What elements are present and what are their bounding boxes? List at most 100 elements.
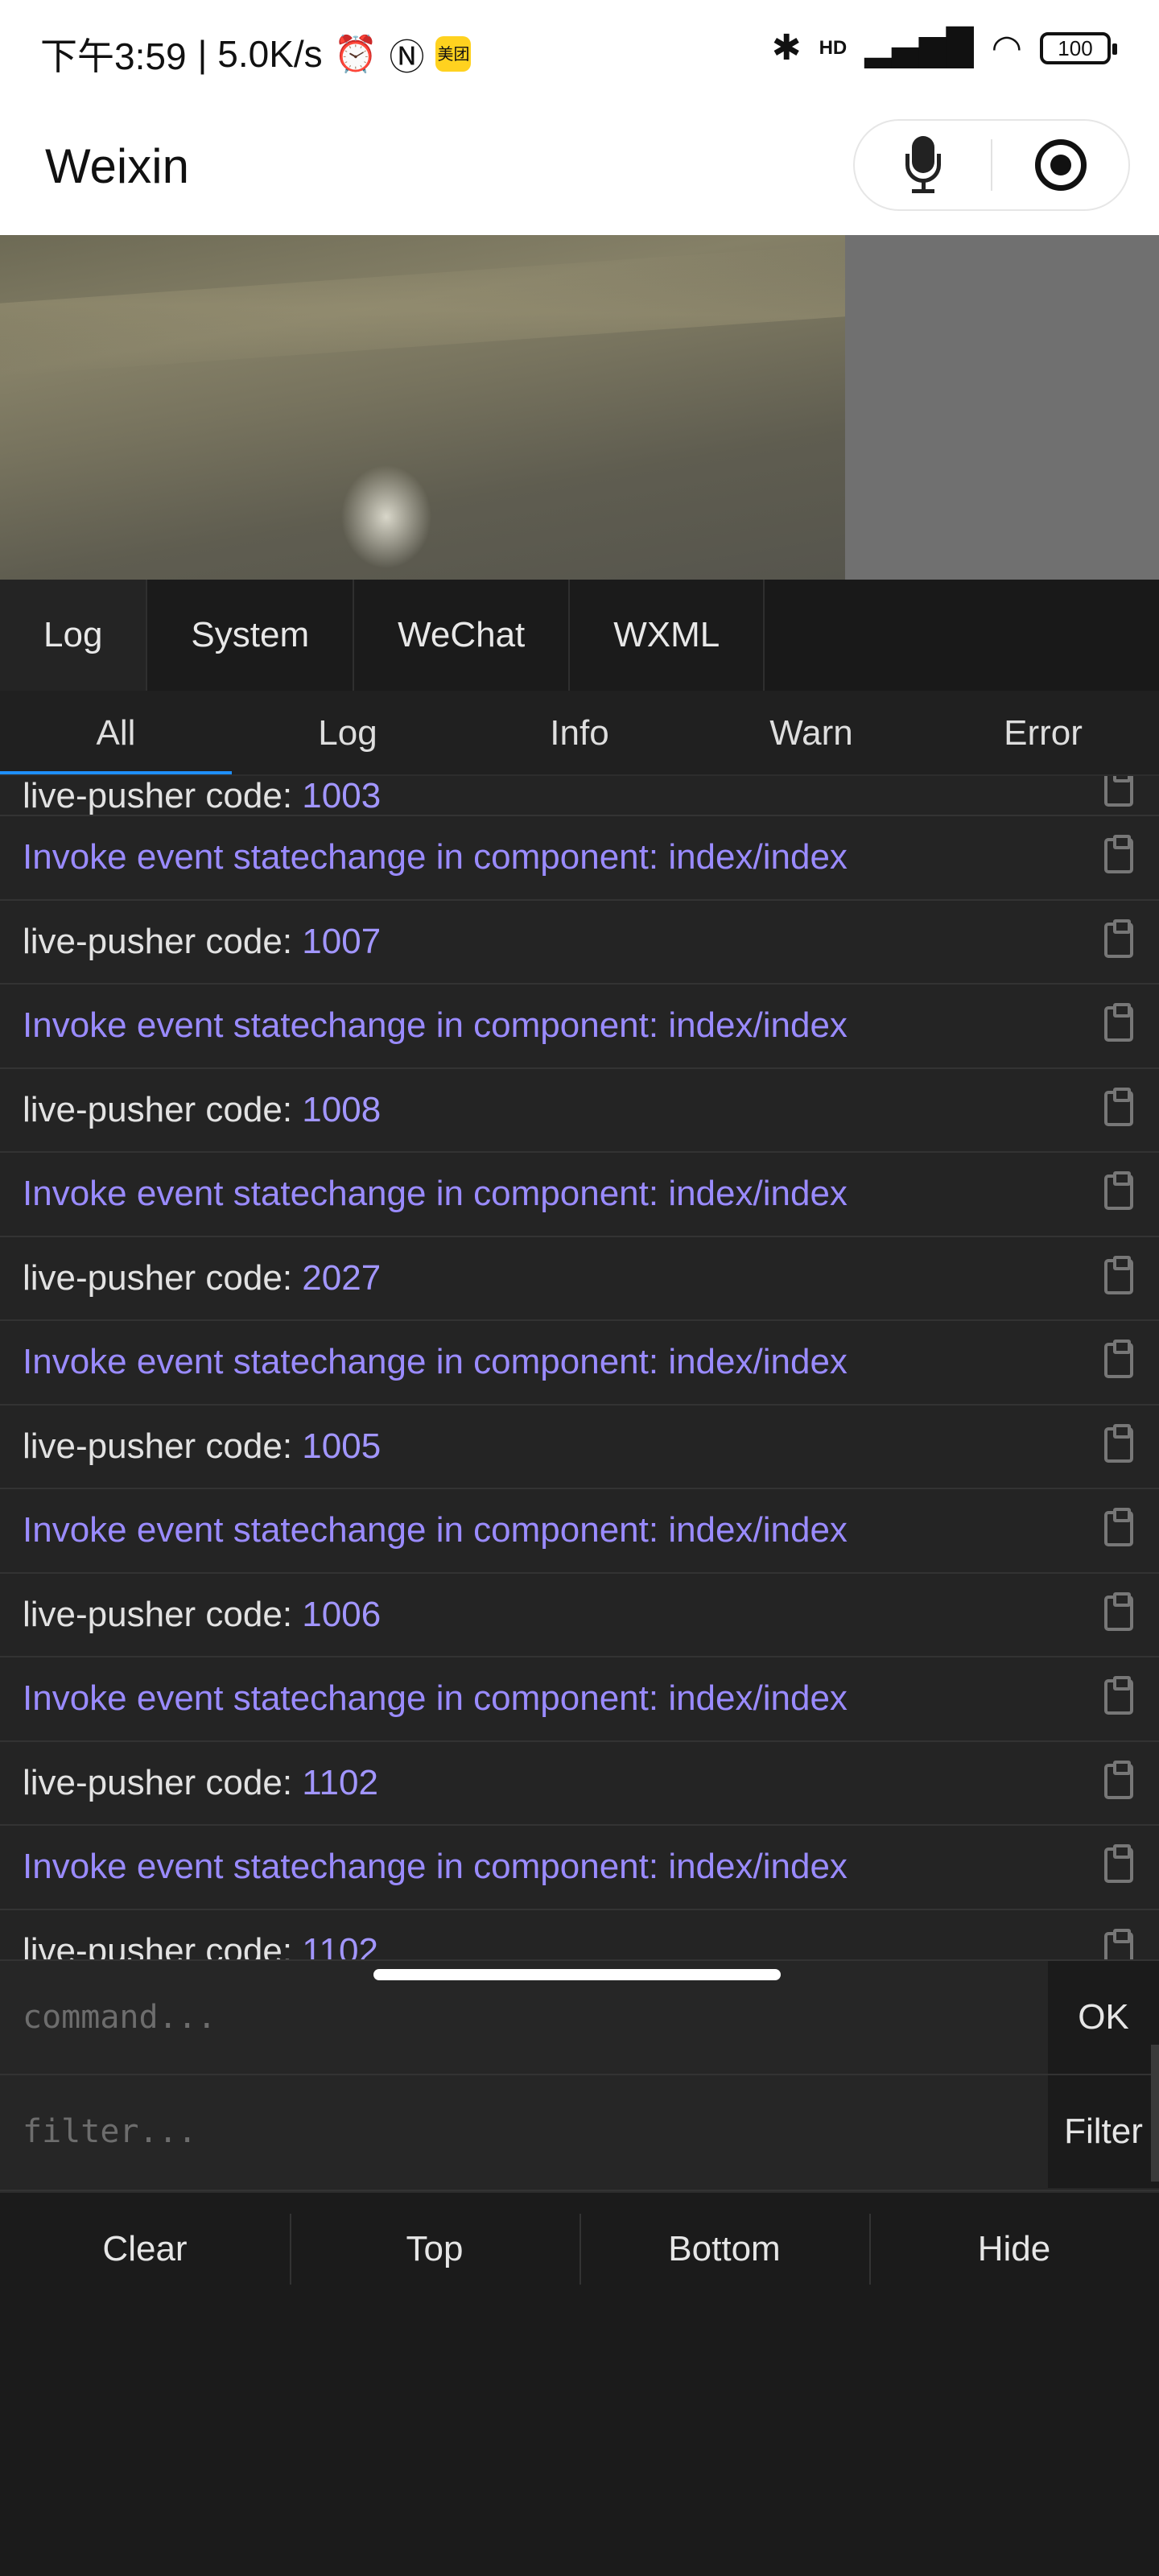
voice-button[interactable] (855, 121, 991, 209)
log-code-value: 1005 (302, 1426, 382, 1466)
copy-clipboard-icon[interactable] (1104, 1087, 1133, 1126)
preview-gray-area (845, 235, 1159, 580)
log-row: live-pusher code: 1003 (0, 776, 1159, 816)
log-prefix: live-pusher code: (23, 1089, 303, 1129)
log-row: live-pusher code: 1102 (0, 1910, 1159, 1959)
log-row: Invoke event statechange in component: i… (0, 985, 1159, 1069)
log-row: live-pusher code: 1006 (0, 1574, 1159, 1657)
log-row: Invoke event statechange in component: i… (0, 1826, 1159, 1910)
log-level-tabs: All Log Info Warn Error (0, 691, 1159, 776)
copy-clipboard-icon[interactable] (1104, 1591, 1133, 1631)
log-row: live-pusher code: 2027 (0, 1237, 1159, 1321)
log-prefix: live-pusher code: (23, 1762, 303, 1802)
log-prefix: live-pusher code: (23, 1426, 303, 1466)
log-message: live-pusher code: 1102 (23, 1763, 378, 1803)
log-message: Invoke event statechange in component: i… (23, 1342, 848, 1382)
log-message: Invoke event statechange in component: i… (23, 1847, 848, 1887)
log-message: Invoke event statechange in component: i… (23, 837, 848, 877)
copy-clipboard-icon[interactable] (1104, 919, 1133, 958)
log-message: live-pusher code: 1102 (23, 1931, 378, 1959)
filter-tab-warn[interactable]: Warn (695, 691, 927, 774)
log-message: Invoke event statechange in component: i… (23, 1005, 848, 1046)
home-indicator[interactable] (373, 1969, 781, 1980)
log-prefix: live-pusher code: (23, 921, 303, 961)
log-row: Invoke event statechange in component: i… (0, 1321, 1159, 1406)
log-row: Invoke event statechange in component: i… (0, 1657, 1159, 1742)
log-code-value: 1008 (302, 1089, 382, 1129)
log-list[interactable]: live-pusher code: 1003 Invoke event state… (0, 776, 1159, 1959)
filter-button[interactable]: Filter (1048, 2075, 1159, 2188)
alarm-icon: ⏰ (333, 34, 378, 75)
log-message: live-pusher code: 1007 (23, 922, 381, 962)
tab-log[interactable]: Log (0, 580, 148, 691)
copy-clipboard-icon[interactable] (1104, 1171, 1133, 1211)
tab-wxml[interactable]: WXML (570, 580, 765, 691)
log-row: Invoke event statechange in component: i… (0, 1153, 1159, 1237)
log-code-value: 1003 (302, 776, 382, 815)
log-code-value: 2027 (302, 1257, 382, 1298)
copy-clipboard-icon[interactable] (1104, 1003, 1133, 1042)
wifi-icon: ◠ (991, 27, 1022, 68)
gesture-area (0, 2304, 1159, 2576)
top-button[interactable]: Top (290, 2193, 580, 2304)
status-left: 下午3:59 | 5.0K/s ⏰ Ⓝ 美团 (40, 27, 472, 80)
page-title: Weixin (45, 139, 189, 193)
meituan-app-icon: 美团 (435, 36, 472, 72)
copy-clipboard-icon[interactable] (1104, 1844, 1133, 1884)
log-prefix: live-pusher code: (23, 1930, 303, 1959)
live-pusher-preview (0, 235, 1159, 580)
tab-wechat[interactable]: WeChat (354, 580, 571, 691)
log-row: live-pusher code: 1005 (0, 1406, 1159, 1489)
log-message: Invoke event statechange in component: i… (23, 1678, 848, 1719)
copy-clipboard-icon[interactable] (1104, 1928, 1133, 1959)
copy-clipboard-icon[interactable] (1104, 776, 1133, 807)
network-speed: | 5.0K/s (197, 33, 323, 75)
close-mini-program-button[interactable] (992, 121, 1128, 209)
battery-level: 100 (1058, 35, 1093, 60)
log-message: Invoke event statechange in component: i… (23, 1174, 848, 1214)
log-message: Invoke event statechange in component: i… (23, 1510, 848, 1550)
log-prefix: live-pusher code: (23, 1594, 303, 1634)
copy-clipboard-icon[interactable] (1104, 1255, 1133, 1294)
copy-clipboard-icon[interactable] (1104, 1508, 1133, 1547)
log-message: live-pusher code: 1008 (23, 1090, 381, 1130)
filter-input[interactable] (0, 2075, 1048, 2188)
log-prefix: live-pusher code: (23, 776, 303, 815)
tab-system[interactable]: System (147, 580, 355, 691)
filter-tab-info[interactable]: Info (464, 691, 695, 774)
log-code-value: 1102 (302, 1930, 378, 1959)
status-time: 下午3:59 (40, 35, 187, 77)
filter-tab-log[interactable]: Log (232, 691, 464, 774)
log-message: live-pusher code: 1003 (23, 776, 381, 816)
copy-clipboard-icon[interactable] (1104, 1423, 1133, 1463)
bottom-button[interactable]: Bottom (580, 2193, 869, 2304)
hide-button[interactable]: Hide (869, 2193, 1159, 2304)
status-bar: 下午3:59 | 5.0K/s ⏰ Ⓝ 美团 ✱ HD ▂▄▆█ ◠ 100 (0, 0, 1159, 100)
log-row: live-pusher code: 1008 (0, 1069, 1159, 1153)
copy-clipboard-icon[interactable] (1104, 1676, 1133, 1715)
filter-tab-error[interactable]: Error (927, 691, 1159, 774)
log-code-value: 1102 (302, 1762, 378, 1802)
capsule-menu (853, 119, 1130, 211)
filter-bar: Filter (0, 2075, 1159, 2191)
log-row: live-pusher code: 1102 (0, 1742, 1159, 1826)
log-row: live-pusher code: 1007 (0, 901, 1159, 985)
log-row: Invoke event statechange in component: i… (0, 1489, 1159, 1574)
panel-tabs: Log System WeChat WXML (0, 580, 1159, 691)
copy-clipboard-icon[interactable] (1104, 835, 1133, 874)
log-scrollbar[interactable] (1151, 2045, 1159, 2182)
log-message: live-pusher code: 1005 (23, 1426, 381, 1467)
log-prefix: live-pusher code: (23, 1257, 303, 1298)
copy-clipboard-icon[interactable] (1104, 1340, 1133, 1379)
clear-button[interactable]: Clear (0, 2193, 290, 2304)
filter-tab-all[interactable]: All (0, 691, 232, 774)
log-code-value: 1007 (302, 921, 382, 961)
nfc-icon: Ⓝ (389, 37, 425, 78)
signal-icon: ▂▄▆█ (864, 27, 974, 68)
copy-clipboard-icon[interactable] (1104, 1760, 1133, 1799)
vconsole-panel: Log System WeChat WXML All Log Info Warn… (0, 580, 1159, 2576)
log-row: Invoke event statechange in component: i… (0, 816, 1159, 901)
log-code-value: 1006 (302, 1594, 382, 1634)
log-message: live-pusher code: 1006 (23, 1595, 381, 1635)
ok-button[interactable]: OK (1048, 1961, 1159, 2074)
